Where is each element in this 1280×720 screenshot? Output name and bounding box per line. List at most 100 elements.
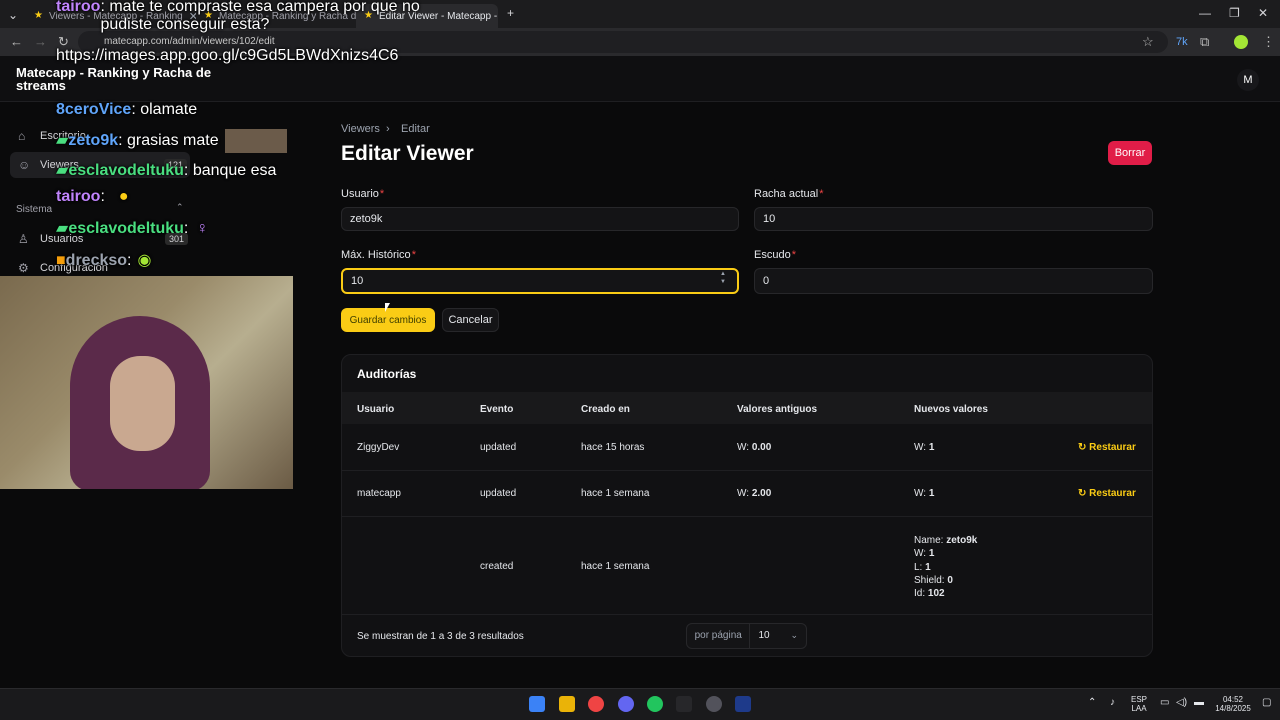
new-key: Id: <box>914 588 926 600</box>
discord-icon[interactable] <box>618 696 634 712</box>
column-header[interactable]: Evento <box>480 404 513 415</box>
restore-icon: ↻ <box>1078 442 1087 453</box>
racha-field[interactable]: 10 <box>754 207 1153 231</box>
extensions-puzzle-icon[interactable]: ⧉ <box>1200 34 1209 50</box>
language-indicator[interactable]: ESP LAA <box>1131 695 1147 713</box>
table-cell-usuario: ZiggyDev <box>357 442 400 453</box>
required-mark: * <box>379 188 385 200</box>
label-text: Máx. Histórico <box>341 249 411 261</box>
browser-tab-bar: ⌄ ★ Viewers - Matecapp - Ranking ✕ ★ Mateca… <box>0 0 1280 28</box>
new-key: Shield: <box>914 574 945 586</box>
microphone-icon[interactable]: ♪ <box>1110 698 1115 708</box>
browser-tab-3[interactable]: ★Editar Viewer - Matecapp - Ran✕ <box>356 4 498 28</box>
reload-icon[interactable]: ↻ <box>58 34 69 50</box>
forward-icon[interactable]: → <box>34 34 47 49</box>
new-key: W: <box>914 548 927 560</box>
max-historico-label: Máx. Histórico* <box>341 249 416 261</box>
favicon-icon: ★ <box>364 10 373 21</box>
old-value: 0.00 <box>751 442 772 453</box>
favicon-icon: ★ <box>34 10 43 21</box>
table-cell-usuario: matecapp <box>357 488 401 499</box>
max-historico-field[interactable]: 10 <box>341 268 739 294</box>
old-key: W: <box>737 488 750 499</box>
file-explorer-icon[interactable] <box>559 696 575 712</box>
breadcrumb-current: Editar <box>401 123 430 135</box>
extension-icon[interactable]: 7k <box>1176 36 1188 48</box>
label-text: Usuario <box>341 188 379 200</box>
usuario-field[interactable]: zeto9k <box>341 207 739 231</box>
sidebar: ⌂ Escritorio ☺ Viewers 121 Sistema ⌃ ♙ Usua… <box>0 102 300 282</box>
browser-tab-2[interactable]: ★Matecapp - Ranking y Racha d✕ <box>196 4 356 28</box>
required-mark: * <box>819 188 824 200</box>
obs-icon[interactable] <box>706 696 722 712</box>
restore-button[interactable]: ↻ Restaurar <box>1078 442 1136 453</box>
restore-icon: ↻ <box>1078 488 1087 499</box>
stepper-down-icon[interactable]: ▼ <box>720 278 726 286</box>
table-cell-old: W: 2.00 <box>737 488 771 499</box>
column-header[interactable]: Usuario <box>357 404 394 415</box>
column-header[interactable]: Creado en <box>581 404 630 415</box>
home-icon: ⌂ <box>18 129 26 143</box>
new-tab-icon[interactable]: + <box>507 6 514 20</box>
chrome-icon[interactable] <box>588 696 604 712</box>
back-icon[interactable]: ← <box>10 34 23 49</box>
stepper-up-icon[interactable]: ▲ <box>720 270 726 278</box>
bookmark-star-icon[interactable]: ☆ <box>1142 34 1154 50</box>
close-window-icon[interactable]: ✕ <box>1258 6 1268 20</box>
sidebar-item-label: Viewers <box>40 159 79 171</box>
table-cell-creado: hace 15 horas <box>581 442 645 453</box>
cancel-button[interactable]: Cancelar <box>442 308 499 332</box>
new-value: zeto9k <box>946 535 978 546</box>
tab-search-icon[interactable]: ⌄ <box>8 8 18 22</box>
epic-games-icon[interactable] <box>676 696 692 712</box>
sidebar-group-label: Sistema <box>16 204 53 215</box>
column-header[interactable]: Valores antiguos <box>737 404 817 415</box>
delete-button[interactable]: Borrar <box>1108 141 1152 165</box>
new-key: W: <box>914 442 927 453</box>
minimize-icon[interactable]: — <box>1199 6 1211 20</box>
menu-kebab-icon[interactable]: ⋮ <box>1262 34 1275 50</box>
table-cell-evento: updated <box>480 442 517 453</box>
app-brand[interactable]: Matecapp - Ranking y Racha de streams <box>16 66 216 92</box>
chevron-up-icon[interactable]: ⌃ <box>176 202 184 213</box>
breadcrumb-chevron-icon: › <box>386 123 390 135</box>
old-key: W: <box>737 442 750 453</box>
per-page-select[interactable]: por página 10 ⌄ <box>686 623 807 649</box>
required-mark: * <box>411 249 416 261</box>
mouse-cursor <box>385 303 390 312</box>
spotify-icon[interactable] <box>647 696 663 712</box>
gear-icon: ⚙ <box>18 261 29 275</box>
number-stepper[interactable]: ▲ ▼ <box>720 270 726 286</box>
favicon-icon: ★ <box>204 10 213 21</box>
tray-chevron-up-icon[interactable]: ⌃ <box>1088 698 1096 708</box>
label-text: Racha actual <box>754 188 819 200</box>
new-key: W: <box>914 488 927 499</box>
label-text: Escudo <box>754 249 791 261</box>
user-avatar[interactable]: M <box>1237 69 1259 91</box>
sidebar-item-label: Usuarios <box>40 233 84 245</box>
column-header[interactable]: Nuevos valores <box>914 404 988 415</box>
profile-avatar-icon[interactable] <box>1234 35 1248 49</box>
network-icon[interactable]: ▭ <box>1160 698 1169 708</box>
battery-icon[interactable]: ▬ <box>1194 698 1204 708</box>
row-divider <box>342 516 1152 517</box>
restore-button[interactable]: ↻ Restaurar <box>1078 488 1136 499</box>
new-value: 1 <box>925 561 931 573</box>
sidebar-item-escritorio[interactable]: ⌂ Escritorio <box>10 123 190 149</box>
new-key: Name: <box>914 535 944 546</box>
escudo-field[interactable]: 0 <box>754 268 1153 294</box>
new-line: W: 1 <box>914 547 977 560</box>
pagination-summary: Se muestran de 1 a 3 de 3 resultados <box>357 631 524 642</box>
notification-icon[interactable]: ▢ <box>1262 698 1271 708</box>
sidebar-item-viewers[interactable]: ☺ Viewers <box>10 152 190 178</box>
url-field[interactable]: matecapp.com/admin/viewers/102/edit <box>78 31 1168 53</box>
volume-icon[interactable]: ◁) <box>1176 698 1187 708</box>
sidebar-item-usuarios[interactable]: ♙ Usuarios <box>10 226 190 252</box>
restore-icon[interactable]: ❐ <box>1229 6 1240 20</box>
steam-icon[interactable] <box>735 696 751 712</box>
clock[interactable]: 04:52 14/8/2025 <box>1212 695 1254 713</box>
browser-tab-1[interactable]: ★ Viewers - Matecapp - Ranking ✕ <box>26 4 196 28</box>
breadcrumb-root[interactable]: Viewers <box>341 123 380 135</box>
start-icon[interactable] <box>529 696 545 712</box>
close-tab-icon[interactable]: ✕ <box>183 10 196 23</box>
